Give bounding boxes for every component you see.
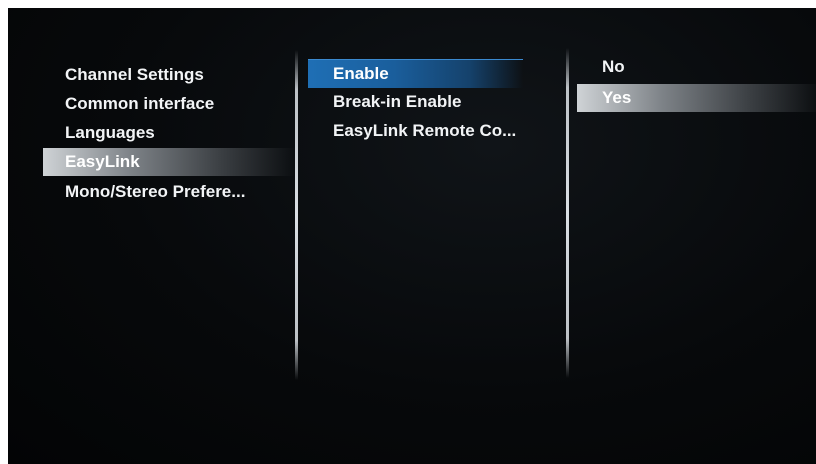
- menu-item-channel-settings[interactable]: Channel Settings: [65, 61, 285, 89]
- column-divider-right: [566, 48, 569, 378]
- menu-item-label: EasyLink Remote Co...: [333, 121, 517, 140]
- menu-item-easylink[interactable]: EasyLink: [43, 148, 295, 176]
- option-yes[interactable]: Yes: [577, 84, 816, 112]
- menu-item-easylink-remote-control[interactable]: EasyLink Remote Co...: [333, 117, 553, 145]
- column-divider-left: [295, 50, 298, 380]
- option-no[interactable]: No: [602, 53, 752, 81]
- menu-item-break-in-enable[interactable]: Break-in Enable: [333, 88, 533, 116]
- tv-menu-screen: Channel Settings Common interface Langua…: [8, 8, 816, 464]
- menu-item-label: Channel Settings: [65, 65, 204, 84]
- menu-item-label: Mono/Stereo Prefere...: [65, 182, 246, 201]
- menu-item-label: EasyLink: [65, 152, 140, 171]
- menu-item-label: Enable: [333, 64, 389, 83]
- menu-item-enable[interactable]: Enable: [308, 59, 523, 88]
- option-label: Yes: [602, 88, 632, 107]
- option-label: No: [602, 57, 625, 76]
- menu-item-common-interface[interactable]: Common interface: [65, 90, 285, 118]
- menu-item-label: Break-in Enable: [333, 92, 462, 111]
- menu-item-label: Languages: [65, 123, 155, 142]
- menu-item-languages[interactable]: Languages: [65, 119, 285, 147]
- menu-item-mono-stereo[interactable]: Mono/Stereo Prefere...: [65, 178, 285, 206]
- menu-item-label: Common interface: [65, 94, 215, 113]
